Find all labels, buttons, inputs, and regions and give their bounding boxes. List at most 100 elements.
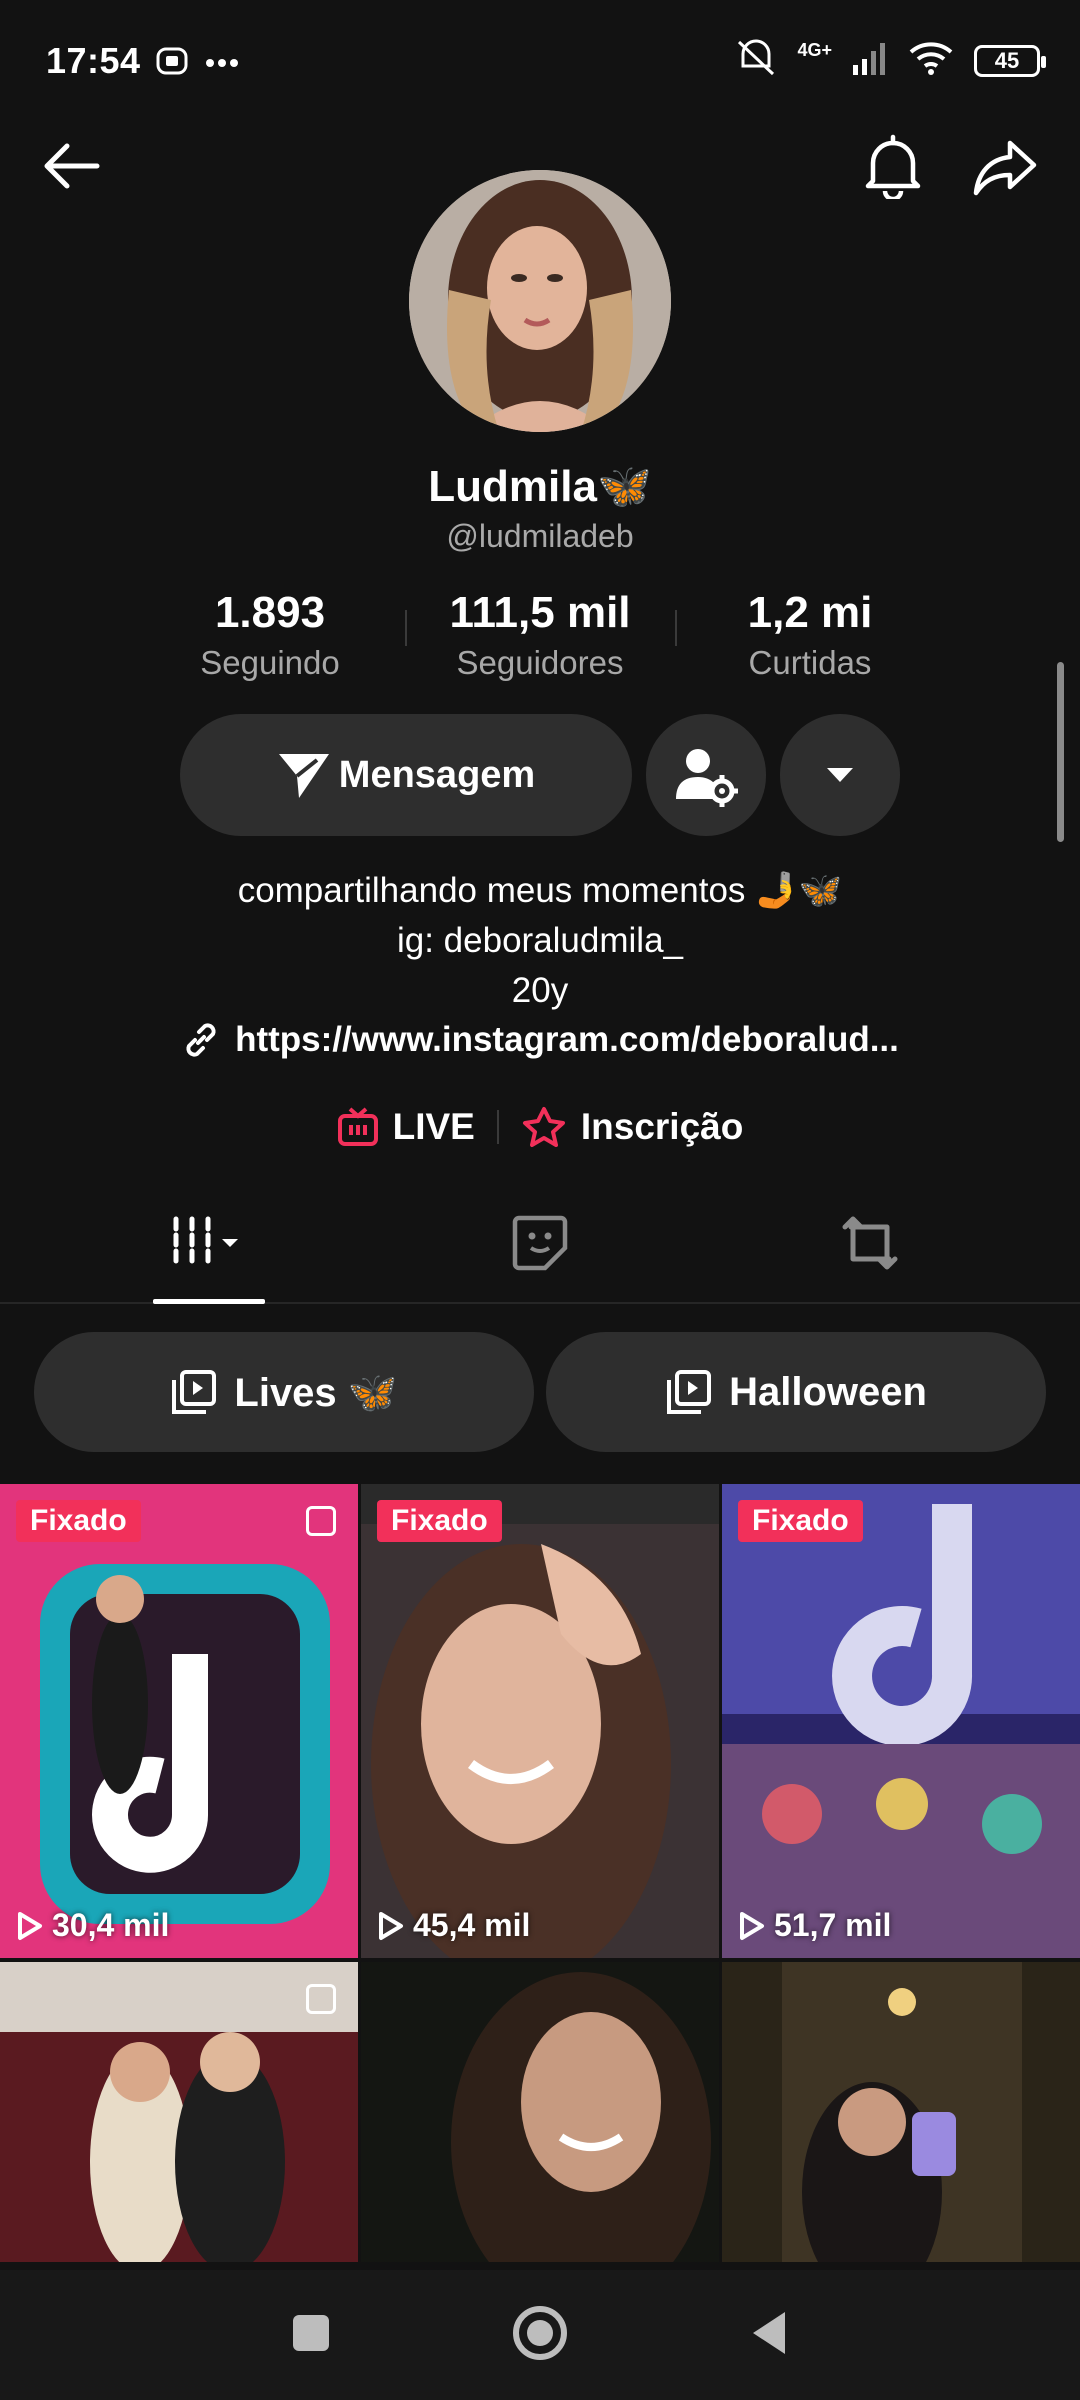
bio-line: compartilhando meus momentos 🤳🦋	[237, 871, 843, 910]
bio-link[interactable]: https://www.instagram.com/deboralud...	[0, 1020, 1080, 1060]
triangle-back-icon	[753, 2311, 786, 2354]
back-button[interactable]	[30, 134, 110, 198]
scrollbar[interactable]	[1057, 662, 1064, 842]
tab-videos[interactable]	[150, 1208, 270, 1278]
live-label: LIVE	[392, 1106, 475, 1147]
profile-stats: 1.893 Seguindo 111,5 mil Seguidores 1,2 …	[0, 588, 1080, 682]
active-tab-indicator	[153, 1299, 265, 1304]
system-back-button[interactable]	[749, 2310, 789, 2361]
avatar[interactable]	[409, 170, 671, 432]
message-button-label: Mensagem	[338, 753, 536, 796]
subscription-label: Inscrição	[580, 1106, 744, 1147]
video-tile[interactable]	[0, 1962, 358, 2262]
username: @ludmiladeb	[446, 518, 634, 554]
status-left-icons	[155, 44, 239, 83]
view-count-value: 45,4 mil	[413, 1907, 531, 1943]
video-tile[interactable]: Fixado 30,4 mil	[0, 1484, 358, 1958]
playlists: Lives 🦋 Halloween	[0, 1332, 1080, 1452]
repost-icon	[842, 1216, 898, 1270]
tab-reposts[interactable]	[810, 1208, 930, 1278]
home-button[interactable]	[512, 2305, 568, 2366]
stat-label: Curtidas	[748, 644, 872, 681]
home-circle-icon	[512, 2305, 567, 2360]
user-settings-icon	[676, 749, 738, 807]
message-button[interactable]: Mensagem	[180, 714, 632, 836]
live-button[interactable]: LIVE	[337, 1106, 475, 1148]
notification-app-icon	[155, 44, 189, 83]
share-button[interactable]	[965, 132, 1045, 202]
recent-apps-button[interactable]	[291, 2313, 331, 2358]
link-icon	[186, 1023, 216, 1057]
video-tile[interactable]	[722, 1962, 1080, 2262]
video-tile[interactable]: Fixado 51,7 mil	[722, 1484, 1080, 1958]
subscription-star-icon	[522, 1107, 565, 1147]
view-count-value: 30,4 mil	[52, 1907, 170, 1943]
network-type: 4G+	[797, 40, 832, 60]
mute-icon	[735, 38, 777, 83]
notifications-button[interactable]	[853, 130, 933, 202]
video-thumbnail	[0, 1962, 358, 2262]
playlist-icon	[172, 1370, 217, 1414]
stat-value: 1,2 mi	[747, 588, 873, 637]
live-tv-icon	[337, 1107, 378, 1146]
chevron-down-icon	[827, 768, 853, 782]
video-thumbnail	[0, 1484, 358, 1958]
view-count-value: 51,7 mil	[774, 1907, 892, 1943]
profile-extras: LIVE Inscrição	[0, 1106, 1080, 1148]
back-arrow-icon	[44, 143, 100, 189]
playlist-lives[interactable]: Lives 🦋	[34, 1332, 534, 1452]
bio: compartilhando meus momentos 🤳🦋 ig: debo…	[0, 866, 1080, 1016]
video-tile[interactable]	[361, 1962, 719, 2262]
playlist-icon	[667, 1370, 712, 1414]
more-options-button[interactable]	[780, 714, 900, 836]
select-checkbox[interactable]	[306, 1984, 336, 2014]
pinned-badge: Fixado	[738, 1500, 863, 1542]
send-icon	[278, 754, 329, 798]
bio-line: ig: deboraludmila_	[396, 921, 683, 960]
view-count: 30,4 mil	[16, 1907, 169, 1944]
status-bar: 17:54 4G+ 45	[0, 0, 1080, 120]
view-count: 51,7 mil	[738, 1907, 891, 1944]
bio-link-text: https://www.instagram.com/deboralud...	[235, 1020, 899, 1059]
stat-label: Seguindo	[200, 644, 340, 681]
status-right-icons: 4G+ 45	[735, 38, 1046, 83]
video-thumbnail	[722, 1962, 1080, 2262]
video-tile[interactable]: Fixado 45,4 mil	[361, 1484, 719, 1958]
square-icon	[292, 2314, 329, 2351]
pinned-badge: Fixado	[377, 1500, 502, 1542]
subscription-button[interactable]: Inscrição	[521, 1106, 743, 1148]
wifi-icon	[908, 40, 954, 81]
stat-following[interactable]: 1.893 Seguindo	[135, 588, 405, 682]
divider	[496, 1110, 499, 1144]
videos-grid-icon	[173, 1216, 238, 1270]
friend-settings-button[interactable]	[646, 714, 766, 836]
pinned-badge: Fixado	[16, 1500, 141, 1542]
play-icon	[18, 1911, 42, 1940]
video-grid: Fixado 30,4 mil Fixado 45,4 mil Fixado 5…	[0, 1484, 1080, 2262]
stat-value: 111,5 mil	[449, 588, 631, 637]
signal-icon	[852, 41, 888, 80]
battery-level: 45	[994, 47, 1020, 73]
playlist-label: Lives 🦋	[234, 1370, 398, 1415]
battery-indicator: 45	[974, 44, 1046, 77]
tab-favorites[interactable]	[480, 1208, 600, 1278]
video-thumbnail	[722, 1484, 1080, 1958]
select-checkbox[interactable]	[306, 1506, 336, 1536]
play-icon	[740, 1911, 764, 1940]
stat-value: 1.893	[214, 588, 326, 637]
bio-line: 20y	[511, 971, 569, 1010]
more-dots-icon	[205, 55, 239, 73]
share-arrow-icon	[973, 140, 1037, 196]
stat-label: Seguidores	[456, 644, 624, 681]
content-tabs	[0, 1190, 1080, 1304]
stat-likes[interactable]: 1,2 mi Curtidas	[675, 588, 945, 682]
bell-icon	[865, 134, 921, 199]
video-thumbnail	[361, 1484, 719, 1958]
stat-followers[interactable]: 111,5 mil Seguidores	[405, 588, 675, 682]
profile-actions: Mensagem	[0, 714, 1080, 836]
playlist-label: Halloween	[729, 1369, 927, 1414]
view-count: 45,4 mil	[377, 1907, 530, 1944]
display-name: Ludmila🦋	[428, 462, 652, 511]
status-time: 17:54	[46, 40, 141, 81]
playlist-halloween[interactable]: Halloween	[546, 1332, 1046, 1452]
